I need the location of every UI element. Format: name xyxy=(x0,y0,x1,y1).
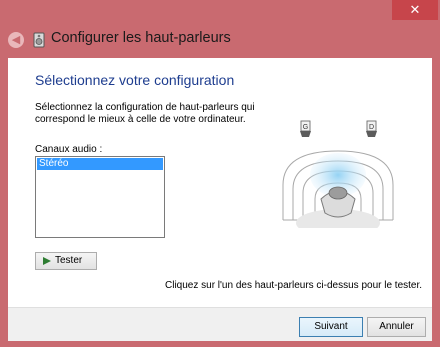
close-button[interactable]: ✕ xyxy=(392,0,438,20)
hint-text: Cliquez sur l'un des haut-parleurs ci-de… xyxy=(165,280,423,291)
audio-channels-label: Canaux audio : xyxy=(35,144,103,155)
content-panel: Sélectionnez votre configuration Sélecti… xyxy=(8,58,432,307)
play-icon xyxy=(43,257,51,265)
test-button[interactable]: Tester xyxy=(35,252,97,270)
next-button[interactable]: Suivant xyxy=(299,317,363,337)
list-item-stereo[interactable]: Stéréo xyxy=(37,158,163,170)
back-button[interactable]: ◀ xyxy=(8,32,24,48)
title-bar: ✕ ◀ Configurer les haut-parleurs xyxy=(0,0,440,58)
speaker-right[interactable]: D xyxy=(366,120,377,137)
cancel-button[interactable]: Annuler xyxy=(367,317,426,337)
instruction-text: Sélectionnez la configuration de haut-pa… xyxy=(35,102,255,125)
back-arrow-icon: ◀ xyxy=(11,34,21,46)
page-title: Sélectionnez votre configuration xyxy=(35,72,235,88)
speaker-left[interactable]: G xyxy=(300,120,311,137)
audio-channels-list[interactable]: Stéréo xyxy=(35,156,165,238)
window-title: Configurer les haut-parleurs xyxy=(51,30,231,46)
speaker-right-label: D xyxy=(369,124,374,131)
speaker-app-icon xyxy=(33,32,45,48)
speaker-diagram: G D xyxy=(282,120,394,228)
test-button-label: Tester xyxy=(55,255,83,266)
speaker-left-label: G xyxy=(303,124,308,131)
footer-bar: Suivant Annuler xyxy=(8,307,432,341)
close-icon: ✕ xyxy=(409,2,421,17)
